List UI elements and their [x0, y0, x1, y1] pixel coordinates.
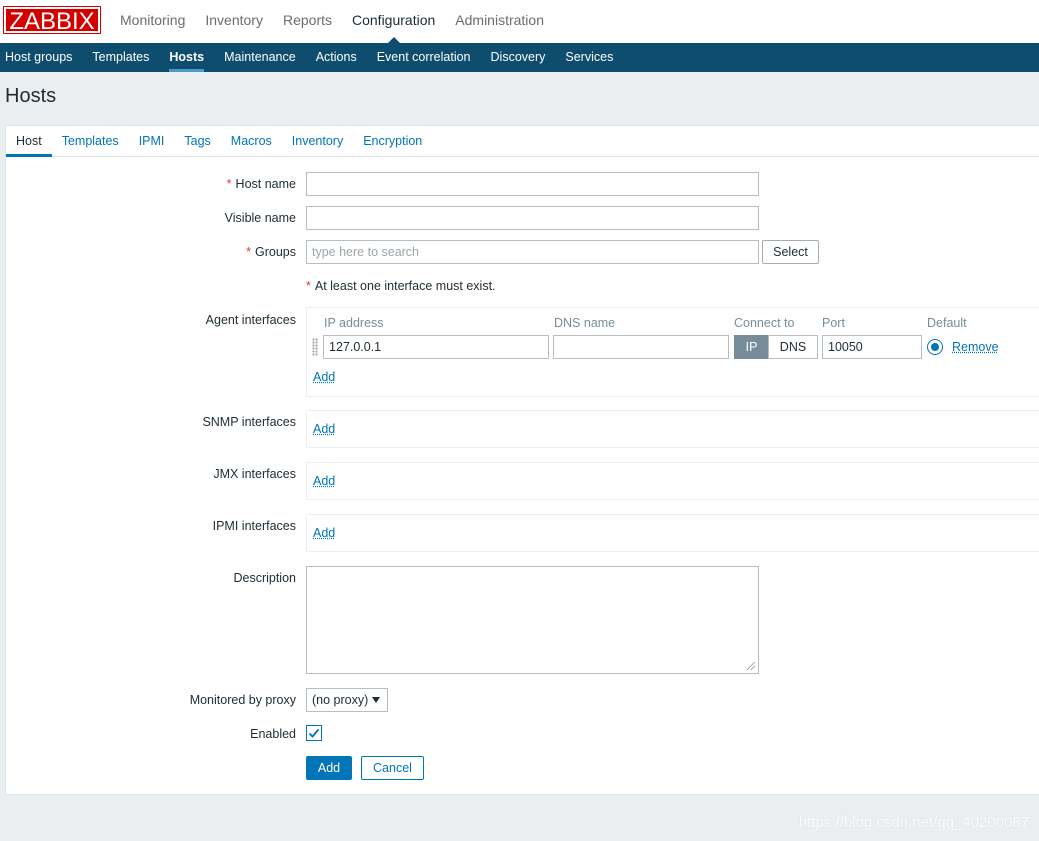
col-connect-to: Connect to	[734, 316, 795, 330]
tab-encryption[interactable]: Encryption	[353, 126, 432, 156]
menu-monitoring[interactable]: Monitoring	[110, 0, 195, 43]
chevron-down-icon	[372, 697, 380, 703]
required-mark: *	[306, 279, 311, 293]
col-ip-address: IP address	[324, 316, 384, 330]
groups-search-input[interactable]: type here to search	[306, 240, 759, 264]
agent-add-link[interactable]: Add	[313, 370, 335, 384]
submenu-discovery[interactable]: Discovery	[481, 43, 556, 72]
top-header: ZABBIX Monitoring Inventory Reports Conf…	[0, 0, 1039, 43]
enabled-label: Enabled	[250, 727, 296, 741]
agent-interfaces-box: IP address DNS name Connect to Port Defa…	[306, 307, 1039, 397]
submenu-services[interactable]: Services	[555, 43, 623, 72]
jmx-interfaces-box: Add	[306, 462, 1039, 500]
tab-ipmi[interactable]: IPMI	[129, 126, 175, 156]
snmp-interfaces-box: Add	[306, 410, 1039, 448]
page-title: Hosts	[5, 85, 57, 107]
menu-inventory[interactable]: Inventory	[195, 0, 273, 43]
visible-name-input[interactable]	[306, 206, 759, 230]
remove-interface-link[interactable]: Remove	[952, 340, 999, 354]
agent-dns-input[interactable]	[553, 335, 729, 359]
default-interface-radio[interactable]	[927, 339, 943, 355]
resize-handle-icon[interactable]	[747, 662, 755, 670]
col-port: Port	[822, 316, 845, 330]
menu-administration[interactable]: Administration	[445, 0, 554, 43]
jmx-add-link[interactable]: Add	[313, 474, 335, 488]
col-default: Default	[927, 316, 967, 330]
watermark-text: https://blog.csdn.net/qq_40200087	[798, 814, 1029, 831]
agent-ip-input[interactable]: 127.0.0.1	[323, 335, 549, 359]
tab-inventory[interactable]: Inventory	[282, 126, 353, 156]
submenu-actions[interactable]: Actions	[306, 43, 367, 72]
visible-name-label: Visible name	[224, 211, 296, 225]
ipmi-add-link[interactable]: Add	[313, 526, 335, 540]
add-button[interactable]: Add	[306, 756, 352, 780]
groups-label: * Groups	[246, 245, 296, 259]
submenu-event-correlation[interactable]: Event correlation	[367, 43, 481, 72]
submenu-maintenance[interactable]: Maintenance	[214, 43, 306, 72]
required-mark: *	[246, 245, 251, 259]
host-name-input[interactable]	[306, 172, 759, 196]
ipmi-interfaces-label: IPMI interfaces	[212, 519, 296, 533]
enabled-checkbox[interactable]	[306, 725, 322, 741]
required-mark: *	[226, 177, 232, 191]
tab-templates[interactable]: Templates	[52, 126, 129, 156]
host-form-card: Host Templates IPMI Tags Macros Inventor…	[5, 125, 1039, 795]
submenu-host-groups[interactable]: Host groups	[0, 43, 82, 72]
tab-macros[interactable]: Macros	[221, 126, 282, 156]
main-menu: Monitoring Inventory Reports Configurati…	[110, 0, 554, 43]
col-dns-name: DNS name	[554, 316, 616, 330]
sub-menu: Host groups Templates Hosts Maintenance …	[0, 43, 1039, 72]
form-tabs: Host Templates IPMI Tags Macros Inventor…	[6, 126, 1039, 157]
menu-reports[interactable]: Reports	[273, 0, 342, 43]
submenu-hosts[interactable]: Hosts	[159, 43, 214, 72]
proxy-label: Monitored by proxy	[189, 693, 296, 707]
agent-port-input[interactable]: 10050	[822, 335, 922, 359]
drag-handle-icon[interactable]	[312, 338, 318, 356]
proxy-select-value: (no proxy)	[312, 693, 369, 707]
connect-ip-toggle[interactable]: IP	[734, 335, 769, 359]
connect-dns-toggle[interactable]: DNS	[768, 335, 818, 359]
interface-required-note: * At least one interface must exist.	[306, 279, 496, 293]
menu-configuration[interactable]: Configuration	[342, 0, 445, 43]
cancel-button[interactable]: Cancel	[361, 756, 424, 780]
ipmi-interfaces-box: Add	[306, 514, 1039, 552]
description-textarea[interactable]	[306, 566, 759, 674]
snmp-interfaces-label: SNMP interfaces	[202, 415, 296, 429]
checkmark-icon	[308, 728, 320, 738]
jmx-interfaces-label: JMX interfaces	[213, 467, 296, 481]
submenu-templates[interactable]: Templates	[82, 43, 159, 72]
tab-host[interactable]: Host	[6, 126, 52, 157]
zabbix-logo[interactable]: ZABBIX	[3, 6, 101, 35]
snmp-add-link[interactable]: Add	[313, 422, 335, 436]
proxy-select[interactable]: (no proxy)	[306, 688, 388, 712]
host-name-label: * Host name	[226, 177, 296, 191]
description-label: Description	[233, 571, 296, 585]
agent-interfaces-label: Agent interfaces	[205, 313, 296, 327]
tab-tags[interactable]: Tags	[174, 126, 220, 156]
groups-select-button[interactable]: Select	[762, 240, 819, 264]
